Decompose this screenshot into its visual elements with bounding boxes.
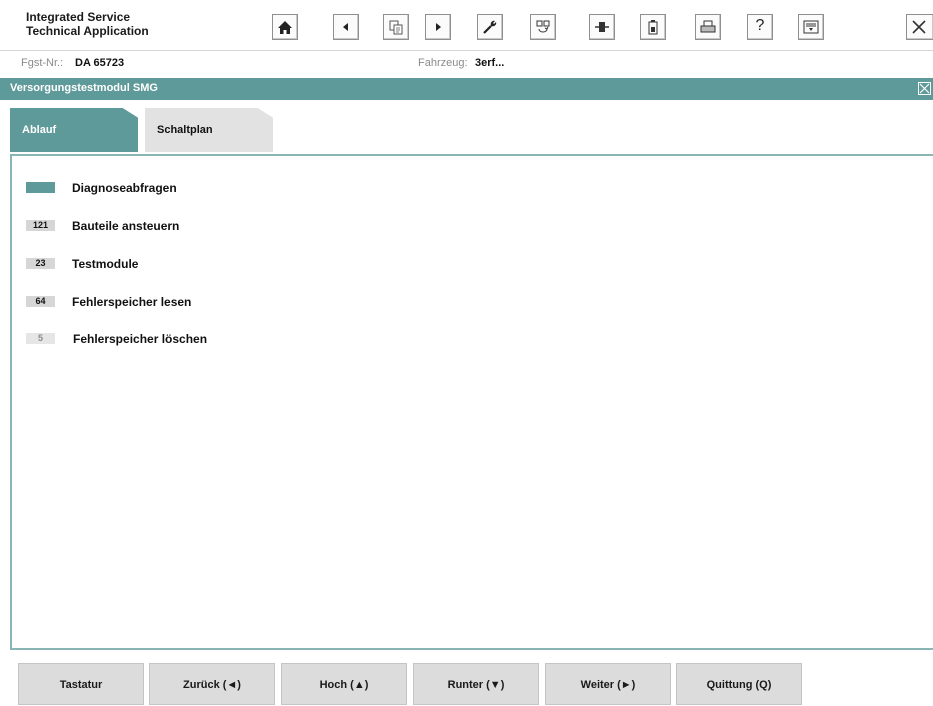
fgst-label: Fgst-Nr.:	[21, 57, 64, 69]
forward-button[interactable]	[425, 14, 451, 40]
app-title: Integrated Service Technical Application	[26, 10, 216, 38]
battery-button[interactable]	[640, 14, 666, 40]
documents-icon	[389, 20, 403, 35]
window-icon	[803, 20, 819, 34]
print-icon	[700, 20, 716, 33]
connector-icon	[595, 22, 609, 32]
print-button[interactable]	[695, 14, 721, 40]
back-button[interactable]	[333, 14, 359, 40]
fgst-value: DA 65723	[75, 57, 125, 69]
step-count-badge: 23	[26, 258, 55, 269]
module-button[interactable]	[530, 14, 556, 40]
app-title-line1: Integrated Service	[26, 10, 131, 24]
module-icon	[536, 20, 550, 33]
step-label: Diagnoseabfragen	[72, 181, 177, 195]
close-icon	[912, 20, 926, 34]
fahrzeug-label: Fahrzeug:	[418, 57, 468, 69]
fahrzeug-value: 3erf...	[475, 57, 505, 69]
tab-label: Schaltplan	[157, 124, 213, 136]
step-count-badge: 64	[26, 296, 55, 307]
back-icon	[343, 23, 348, 31]
step-label: Fehlerspeicher löschen	[73, 332, 208, 346]
app-title-line2: Technical Application	[26, 24, 149, 38]
help-icon: ?	[755, 17, 765, 34]
vehicle-info-row: Fgst-Nr.: DA 65723 Fahrzeug: 3erf...	[0, 51, 933, 77]
documents-button[interactable]	[383, 14, 409, 40]
window-button[interactable]	[798, 14, 824, 40]
tastatur-button[interactable]: Tastatur	[18, 663, 144, 705]
step-label: Bauteile ansteuern	[72, 219, 180, 233]
wrench-icon	[483, 20, 497, 34]
step-count-badge: 5	[26, 333, 55, 344]
tab-ablauf[interactable]: Ablauf	[10, 108, 138, 152]
runter-button[interactable]: Runter (▼)	[413, 663, 539, 705]
zurueck-button[interactable]: Zurück (◄)	[149, 663, 275, 705]
help-button[interactable]: ?	[747, 14, 773, 40]
step-count-badge: 1	[26, 182, 55, 193]
tab-label: Ablauf	[22, 124, 57, 136]
home-icon	[278, 21, 292, 34]
close-icon	[919, 83, 930, 94]
tab-bar: Ablauf Schaltplan	[10, 108, 933, 154]
forward-icon	[436, 23, 441, 31]
content-panel: 1 Diagnoseabfragen 121 Bauteile ansteuer…	[10, 154, 933, 650]
top-toolbar: Integrated Service Technical Application…	[0, 0, 933, 51]
hoch-button[interactable]: Hoch (▲)	[281, 663, 407, 705]
step-label: Fehlerspeicher lesen	[72, 295, 192, 309]
connector-button[interactable]	[589, 14, 615, 40]
home-button[interactable]	[272, 14, 298, 40]
step-count-badge: 121	[26, 220, 55, 231]
quittung-button[interactable]: Quittung (Q)	[676, 663, 802, 705]
step-label: Testmodule	[72, 257, 139, 271]
close-app-button[interactable]	[906, 14, 933, 40]
module-title: Versorgungstestmodul SMG	[10, 82, 158, 94]
module-close-button[interactable]	[918, 82, 931, 95]
battery-icon	[648, 20, 658, 35]
weiter-button[interactable]: Weiter (►)	[545, 663, 671, 705]
tab-schaltplan[interactable]: Schaltplan	[145, 108, 273, 152]
module-header: Versorgungstestmodul SMG	[0, 78, 933, 100]
wrench-button[interactable]	[477, 14, 503, 40]
